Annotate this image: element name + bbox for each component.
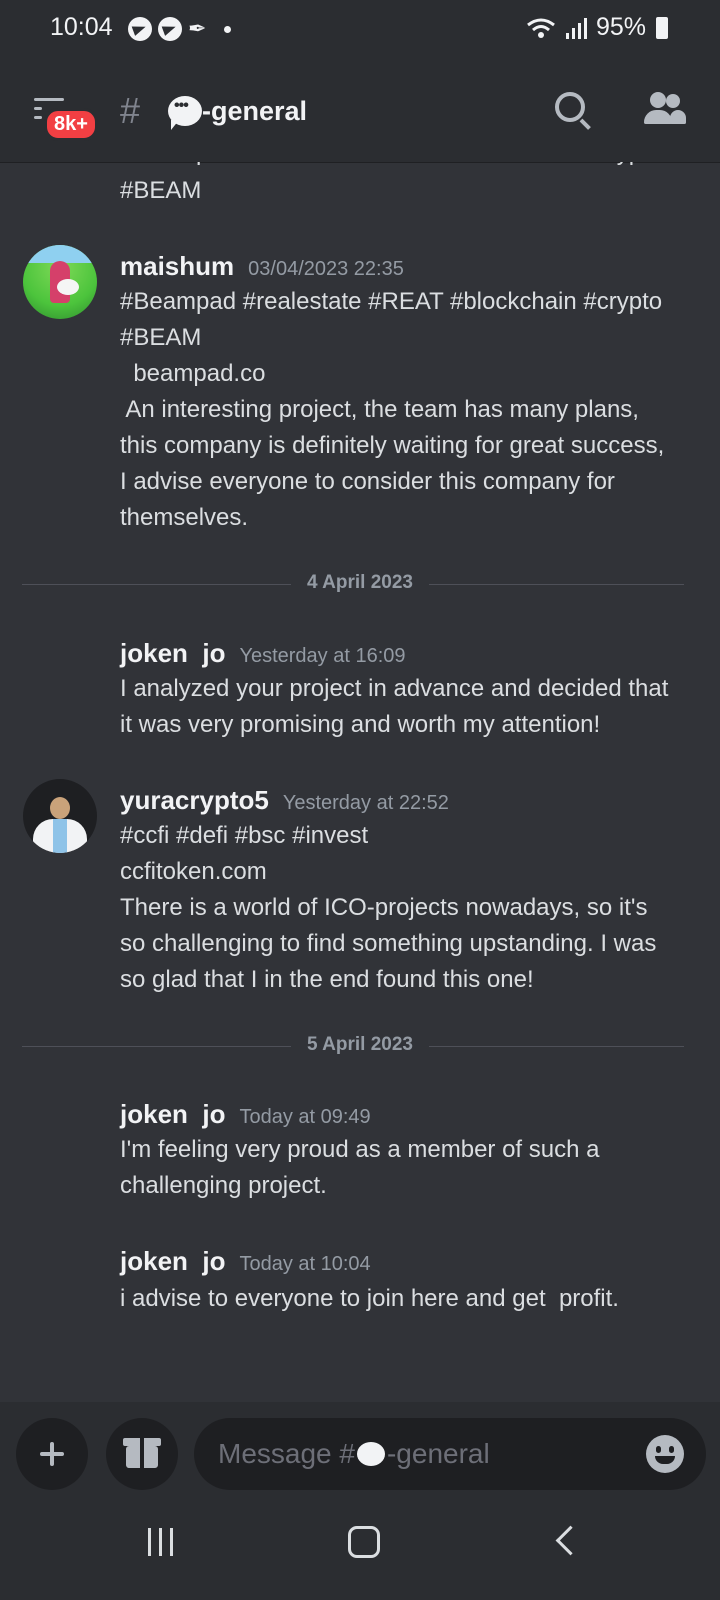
message-author[interactable]: joken jo Yesterday at 16:09 bbox=[120, 638, 406, 669]
message-text: challenging project. bbox=[120, 1172, 327, 1199]
message-text: I analyzed your project in advance and d… bbox=[120, 675, 669, 702]
author-name[interactable]: joken jo bbox=[120, 1099, 225, 1129]
message-timestamp: Today at 09:49 bbox=[239, 1106, 371, 1128]
message-text: I advise everyone to consider this compa… bbox=[120, 468, 615, 495]
plus-icon[interactable] bbox=[16, 1418, 88, 1490]
message-text: #Beampad #realestate #REAT #blockchain #… bbox=[120, 162, 662, 171]
avatar[interactable] bbox=[23, 245, 97, 319]
message-timestamp: Yesterday at 16:09 bbox=[239, 645, 406, 667]
message-link[interactable]: beampad.co bbox=[120, 355, 265, 392]
message-text: #ccfi #defi #bsc #invest bbox=[120, 822, 369, 849]
message-timestamp: 03/04/2023 22:35 bbox=[248, 258, 404, 280]
telegram-icon bbox=[128, 17, 152, 41]
message-text: this company is definitely waiting for g… bbox=[120, 432, 665, 459]
message-author[interactable]: joken jo Today at 10:04 bbox=[120, 1246, 371, 1277]
date-divider-label: 4 April 2023 bbox=[291, 572, 429, 593]
gift-icon[interactable] bbox=[106, 1418, 178, 1490]
message-text: themselves. bbox=[120, 504, 249, 531]
message-author[interactable]: maishum 03/04/2023 22:35 bbox=[120, 251, 404, 282]
home-icon[interactable] bbox=[348, 1526, 380, 1558]
message-author[interactable]: joken jo Today at 09:49 bbox=[120, 1099, 371, 1130]
channel-header: 8k+ # -general bbox=[0, 58, 720, 163]
placeholder-suffix: -general bbox=[386, 1438, 490, 1469]
message-composer: Message # -general bbox=[0, 1402, 720, 1492]
author-name[interactable]: maishum bbox=[120, 251, 234, 281]
date-divider: 5 April 2023 bbox=[0, 1034, 720, 1056]
message-placeholder: Message # -general bbox=[218, 1438, 490, 1470]
message-text: An interesting project, the team has man… bbox=[120, 396, 639, 423]
status-bar: 10:04 ✒ 95% bbox=[0, 0, 720, 58]
author-name[interactable]: joken jo bbox=[120, 638, 225, 668]
date-divider-label: 5 April 2023 bbox=[291, 1034, 429, 1055]
battery-icon bbox=[656, 16, 668, 39]
telegram-icon bbox=[158, 17, 182, 41]
placeholder-prefix: Message # bbox=[218, 1438, 355, 1469]
message-author[interactable]: yuracrypto5 Yesterday at 22:52 bbox=[120, 785, 449, 816]
signal-icon bbox=[565, 17, 587, 39]
channel-title[interactable]: -general bbox=[202, 96, 307, 127]
author-name[interactable]: joken jo bbox=[120, 1246, 225, 1276]
system-icons: 95% bbox=[526, 13, 668, 42]
search-icon[interactable] bbox=[555, 92, 585, 122]
more-notifications-icon bbox=[224, 25, 232, 33]
message-text: There is a world of ICO-projects nowaday… bbox=[120, 894, 648, 921]
status-time: 10:04 bbox=[50, 13, 113, 41]
author-name[interactable]: yuracrypto5 bbox=[120, 785, 269, 815]
date-divider: 4 April 2023 bbox=[0, 572, 720, 594]
message-text: i advise to everyone to join here and ge… bbox=[120, 1285, 619, 1312]
message-text: so challenging to find something upstand… bbox=[120, 930, 657, 957]
message-text: it was very promising and worth my atten… bbox=[120, 711, 601, 738]
message-text: I'm feeling very proud as a member of su… bbox=[120, 1136, 600, 1163]
message-timestamp: Today at 10:04 bbox=[239, 1253, 371, 1275]
message-input[interactable]: Message # -general bbox=[194, 1418, 706, 1490]
message-text: #Beampad #realestate #REAT #blockchain #… bbox=[120, 288, 663, 315]
members-icon[interactable] bbox=[644, 92, 686, 126]
message-text: so glad that I in the end found this one… bbox=[120, 966, 534, 993]
notification-icons: ✒ bbox=[128, 16, 232, 42]
recents-icon[interactable] bbox=[148, 1528, 173, 1556]
back-icon[interactable] bbox=[555, 1525, 586, 1556]
avatar[interactable] bbox=[23, 779, 97, 853]
wifi-icon bbox=[527, 18, 555, 38]
system-nav-bar bbox=[0, 1492, 720, 1600]
emoji-icon[interactable] bbox=[646, 1435, 684, 1473]
message-list[interactable]: #Beampad #realestate #REAT #blockchain #… bbox=[0, 162, 720, 1402]
unread-badge: 8k+ bbox=[44, 108, 98, 141]
hash-icon: # bbox=[120, 90, 141, 131]
message-timestamp: Yesterday at 22:52 bbox=[282, 792, 449, 814]
feather-icon: ✒ bbox=[188, 16, 207, 41]
message-text: #BEAM bbox=[120, 324, 202, 351]
message-link[interactable]: ccfitoken.com bbox=[120, 853, 267, 890]
message-text: #BEAM bbox=[120, 177, 202, 204]
speech-bubble-icon bbox=[356, 1442, 385, 1466]
speech-bubble-icon bbox=[168, 96, 202, 130]
battery-percent: 95% bbox=[595, 13, 646, 41]
